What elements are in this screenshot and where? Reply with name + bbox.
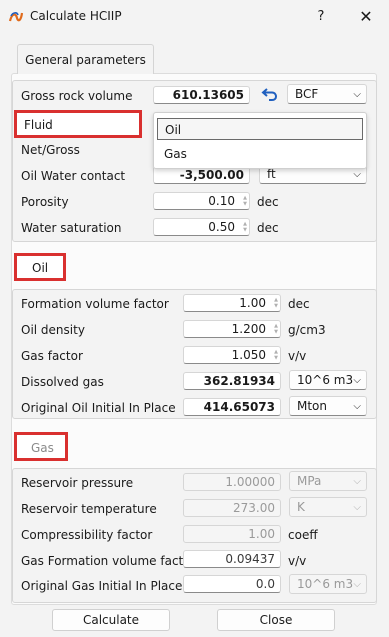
gas-header-highlight: Gas <box>14 432 68 461</box>
fluid-label: Fluid <box>24 118 53 132</box>
gas-factor-unit: v/v <box>288 349 307 363</box>
app-logo-icon <box>8 12 24 22</box>
calculate-button[interactable]: Calculate <box>52 609 170 631</box>
fvf-unit: dec <box>288 297 310 311</box>
chevron-down-icon: ⌵ <box>353 476 361 487</box>
reservoir-pressure-label: Reservoir pressure <box>21 476 134 490</box>
pressure-unit-select[interactable]: MPa ⌵ <box>289 471 367 491</box>
oil-group-title: Oil <box>32 261 49 275</box>
undo-arrow-icon[interactable] <box>261 86 279 102</box>
spin-arrows-icon[interactable]: ▲ ▼ <box>272 349 280 362</box>
gas-fvf-field[interactable]: 0.09437 <box>183 550 281 568</box>
dissolved-gas-field[interactable]: 362.81934 <box>183 372 281 390</box>
temperature-unit-select[interactable]: K ⌵ <box>289 497 367 517</box>
volume-unit-select[interactable]: BCF ⌵ <box>287 84 367 104</box>
compressibility-label: Compressibility factor <box>21 528 153 542</box>
net-gross-label: Net/Gross <box>21 143 80 157</box>
porosity-spinbox[interactable]: 0.10 ▲ ▼ <box>153 192 250 210</box>
fluid-option-oil[interactable]: Oil <box>157 118 363 140</box>
porosity-label: Porosity <box>21 195 69 209</box>
gas-factor-label: Gas factor <box>21 349 83 363</box>
tab-general-parameters[interactable]: General parameters <box>17 44 154 74</box>
help-button[interactable]: ? <box>310 6 332 28</box>
oil-density-label: Oil density <box>21 323 85 337</box>
window-title: Calculate HCIIP <box>30 9 122 23</box>
oil-density-spinbox[interactable]: 1.200 ▲ ▼ <box>183 320 281 338</box>
chevron-down-icon: ⌵ <box>353 89 361 100</box>
fluid-label-highlight: Fluid <box>14 110 142 138</box>
gross-rock-volume-label: Gross rock volume <box>21 89 133 103</box>
ogip-unit-select[interactable]: 10^6 m3 ⌵ <box>289 574 367 594</box>
ooip-label: Original Oil Initial In Place <box>21 401 176 415</box>
fluid-dropdown-list: Oil Gas <box>153 112 367 169</box>
oil-header-highlight: Oil <box>14 253 66 281</box>
dissolved-gas-label: Dissolved gas <box>21 375 104 389</box>
gross-rock-volume-field[interactable]: 610.13605 <box>153 86 250 104</box>
owc-label: Oil Water contact <box>21 169 126 183</box>
spin-arrows-icon[interactable]: ▲ ▼ <box>241 195 249 208</box>
chevron-down-icon: ⌵ <box>353 375 361 386</box>
ogip-field[interactable]: 0.0 <box>183 575 281 593</box>
close-window-button[interactable]: ✕ <box>355 6 377 28</box>
chevron-down-icon: ⌵ <box>353 502 361 513</box>
fvf-spinbox[interactable]: 1.00 ▲ ▼ <box>183 294 281 312</box>
gas-group-title: Gas <box>31 441 54 455</box>
water-saturation-spinbox[interactable]: 0.50 ▲ ▼ <box>153 218 250 236</box>
reservoir-temperature-field[interactable]: 273.00 <box>183 499 281 517</box>
spin-arrows-icon[interactable]: ▲ ▼ <box>241 221 249 234</box>
reservoir-temperature-label: Reservoir temperature <box>21 502 157 516</box>
ooip-unit-select[interactable]: Mton ⌵ <box>289 396 367 416</box>
close-button[interactable]: Close <box>217 609 335 631</box>
reservoir-pressure-field[interactable]: 1.00000 <box>183 473 281 491</box>
gas-factor-spinbox[interactable]: 1.050 ▲ ▼ <box>183 346 281 364</box>
compressibility-unit: coeff <box>288 528 318 542</box>
ogip-label: Original Gas Initial In Place <box>21 579 183 593</box>
title-bar: Calculate HCIIP ? ✕ <box>0 0 389 34</box>
fvf-label: Formation volume factor <box>21 297 169 311</box>
gas-fvf-label: Gas Formation volume factor <box>21 554 196 568</box>
fluid-option-gas[interactable]: Gas <box>157 143 363 165</box>
spin-arrows-icon[interactable]: ▲ ▼ <box>272 297 280 310</box>
water-saturation-unit: dec <box>257 221 279 235</box>
chevron-down-icon: ⌵ <box>353 401 361 412</box>
compressibility-field[interactable]: 1.00 <box>183 525 281 543</box>
porosity-unit: dec <box>257 195 279 209</box>
oil-density-unit: g/cm3 <box>288 323 326 337</box>
spin-arrows-icon[interactable]: ▲ ▼ <box>272 323 280 336</box>
ooip-field[interactable]: 414.65073 <box>183 398 281 416</box>
gas-fvf-unit: v/v <box>288 554 307 568</box>
dissolved-gas-unit-select[interactable]: 10^6 m3 ⌵ <box>289 370 367 390</box>
chevron-down-icon: ⌵ <box>353 579 361 590</box>
water-saturation-label: Water saturation <box>21 221 122 235</box>
